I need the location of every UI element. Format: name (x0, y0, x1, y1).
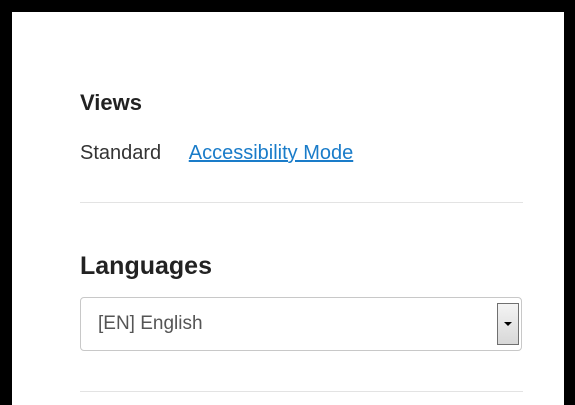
language-select-value: [EN] English (98, 313, 203, 334)
accessibility-mode-link[interactable]: Accessibility Mode (189, 142, 354, 164)
section-divider (80, 202, 523, 203)
languages-heading: Languages (80, 252, 212, 280)
standard-view-label: Standard (80, 142, 162, 164)
views-options: Standard Accessibility Mode (80, 142, 353, 165)
views-heading: Views (80, 90, 142, 115)
dropdown-arrow-button[interactable] (497, 303, 519, 345)
settings-panel: Views Standard Accessibility Mode Langua… (12, 12, 564, 405)
chevron-down-icon (504, 322, 512, 326)
language-select[interactable]: [EN] English (80, 297, 522, 351)
window-frame: Views Standard Accessibility Mode Langua… (0, 0, 575, 405)
section-divider (80, 391, 523, 392)
